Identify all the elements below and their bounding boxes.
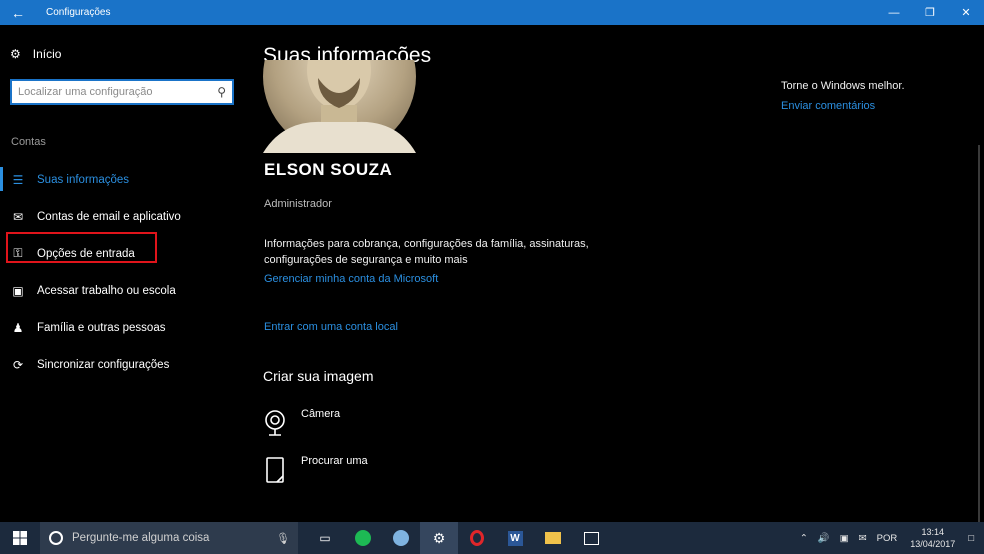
taskbar: Pergunte-me alguma coisa 🎙 ▭ ⚙ W ⌃ 🔊 ▣ ✉…	[0, 522, 984, 554]
window-title: Configurações	[46, 7, 111, 18]
webcam-icon	[263, 408, 287, 438]
sidebar-item-contas-email[interactable]: ✉ Contas de email e aplicativo	[0, 198, 245, 235]
browse-option[interactable]: Procurar uma	[263, 455, 368, 485]
folder-icon	[545, 532, 561, 544]
sidebar-item-label: Sincronizar configurações	[37, 358, 170, 371]
opera-app[interactable]	[458, 522, 496, 554]
scrollbar[interactable]	[978, 145, 980, 522]
user-name: ELSON SOUZA	[264, 160, 393, 179]
cortana-search[interactable]: Pergunte-me alguma coisa 🎙	[40, 522, 298, 554]
browse-label: Procurar uma	[301, 455, 368, 467]
profile-photo	[263, 60, 416, 153]
sidebar-item-suas-informacoes[interactable]: ☰ Suas informações	[0, 161, 245, 198]
task-view-button[interactable]: ▭	[306, 522, 344, 554]
feedback-link[interactable]: Enviar comentários	[781, 100, 875, 112]
word-icon: W	[507, 530, 523, 546]
opera-icon	[470, 530, 484, 546]
show-hidden-icons-icon[interactable]: ⌃	[795, 533, 813, 544]
app-shortcut[interactable]	[382, 522, 420, 554]
search-input[interactable]	[18, 86, 218, 98]
camera-option[interactable]: Câmera	[263, 408, 340, 438]
back-arrow-icon: ←	[11, 4, 25, 21]
feedback-heading: Torne o Windows melhor.	[781, 80, 905, 92]
create-picture-heading: Criar sua imagem	[263, 368, 374, 384]
home-link[interactable]: ⚙ Início	[10, 47, 61, 61]
clock-time: 13:14	[921, 527, 944, 537]
camera-label: Câmera	[301, 408, 341, 420]
language-indicator[interactable]: POR	[872, 533, 903, 544]
photos-app[interactable]	[572, 522, 610, 554]
manage-account-link[interactable]: Gerenciar minha conta da Microsoft	[264, 273, 438, 285]
windows-logo-icon	[13, 531, 27, 545]
person-icon: ♟	[12, 320, 24, 335]
network-icon[interactable]: ▣	[835, 533, 854, 544]
sync-icon: ⟳	[12, 357, 24, 372]
local-account-link[interactable]: Entrar com uma conta local	[264, 321, 398, 333]
cortana-placeholder: Pergunte-me alguma coisa	[72, 532, 210, 544]
user-info-icon: ☰	[12, 172, 24, 187]
sidebar-item-familia[interactable]: ♟ Família e outras pessoas	[0, 309, 245, 346]
search-icon[interactable]: ⚲	[217, 85, 226, 99]
account-role: Administrador	[264, 198, 332, 210]
microphone-icon[interactable]: 🎙	[276, 532, 290, 545]
avatar	[263, 60, 416, 153]
volume-icon[interactable]: 🔊	[813, 533, 835, 544]
task-view-icon: ▭	[319, 531, 331, 545]
briefcase-icon: ▣	[12, 283, 24, 298]
message-icon[interactable]: ✉	[854, 533, 872, 544]
sidebar-item-trabalho-escola[interactable]: ▣ Acessar trabalho ou escola	[0, 272, 245, 309]
word-app[interactable]: W	[496, 522, 534, 554]
minimize-button[interactable]: —	[876, 0, 912, 25]
start-button[interactable]	[0, 522, 40, 554]
account-info-text: Informações para cobrança, configurações…	[264, 238, 589, 266]
window-controls: — ❐ ✕	[876, 0, 984, 25]
spotify-icon	[355, 530, 371, 546]
highlight-box	[6, 232, 157, 263]
maximize-button[interactable]: ❐	[912, 0, 948, 25]
sidebar-item-label: Contas de email e aplicativo	[37, 210, 181, 223]
section-label: Contas	[11, 136, 46, 148]
search-box[interactable]: ⚲	[10, 79, 234, 105]
sidebar-item-label: Família e outras pessoas	[37, 321, 166, 334]
sidebar-nav: ☰ Suas informações ✉ Contas de email e a…	[0, 161, 245, 383]
title-bar: ← Configurações — ❐ ✕	[0, 0, 984, 25]
settings-app[interactable]: ⚙	[420, 522, 458, 554]
bird-app-icon	[393, 530, 409, 546]
back-button[interactable]: ←	[0, 0, 36, 25]
file-icon	[263, 455, 287, 485]
gear-icon: ⚙	[10, 47, 21, 61]
mail-icon: ✉	[12, 209, 24, 224]
spotify-app[interactable]	[344, 522, 382, 554]
taskbar-apps: ▭ ⚙ W	[306, 522, 610, 554]
clock-date: 13/04/2017	[910, 539, 956, 549]
photos-icon	[583, 531, 599, 545]
gear-icon: ⚙	[432, 529, 446, 546]
clock[interactable]: 13:14 13/04/2017	[902, 526, 963, 550]
home-label: Início	[32, 47, 62, 61]
sidebar-item-label: Suas informações	[37, 173, 130, 186]
file-explorer-app[interactable]	[534, 522, 572, 554]
action-center-icon[interactable]: □	[963, 533, 984, 544]
sidebar: ⚙ Início ⚲ Contas ☰ Suas informações ✉ C…	[0, 25, 245, 522]
system-tray: ⌃ 🔊 ▣ ✉ POR 13:14 13/04/2017 □	[795, 522, 984, 554]
close-button[interactable]: ✕	[948, 0, 984, 25]
cortana-icon	[49, 531, 63, 545]
sidebar-item-label: Acessar trabalho ou escola	[37, 284, 176, 297]
sidebar-item-sincronizar[interactable]: ⟳ Sincronizar configurações	[0, 346, 245, 383]
